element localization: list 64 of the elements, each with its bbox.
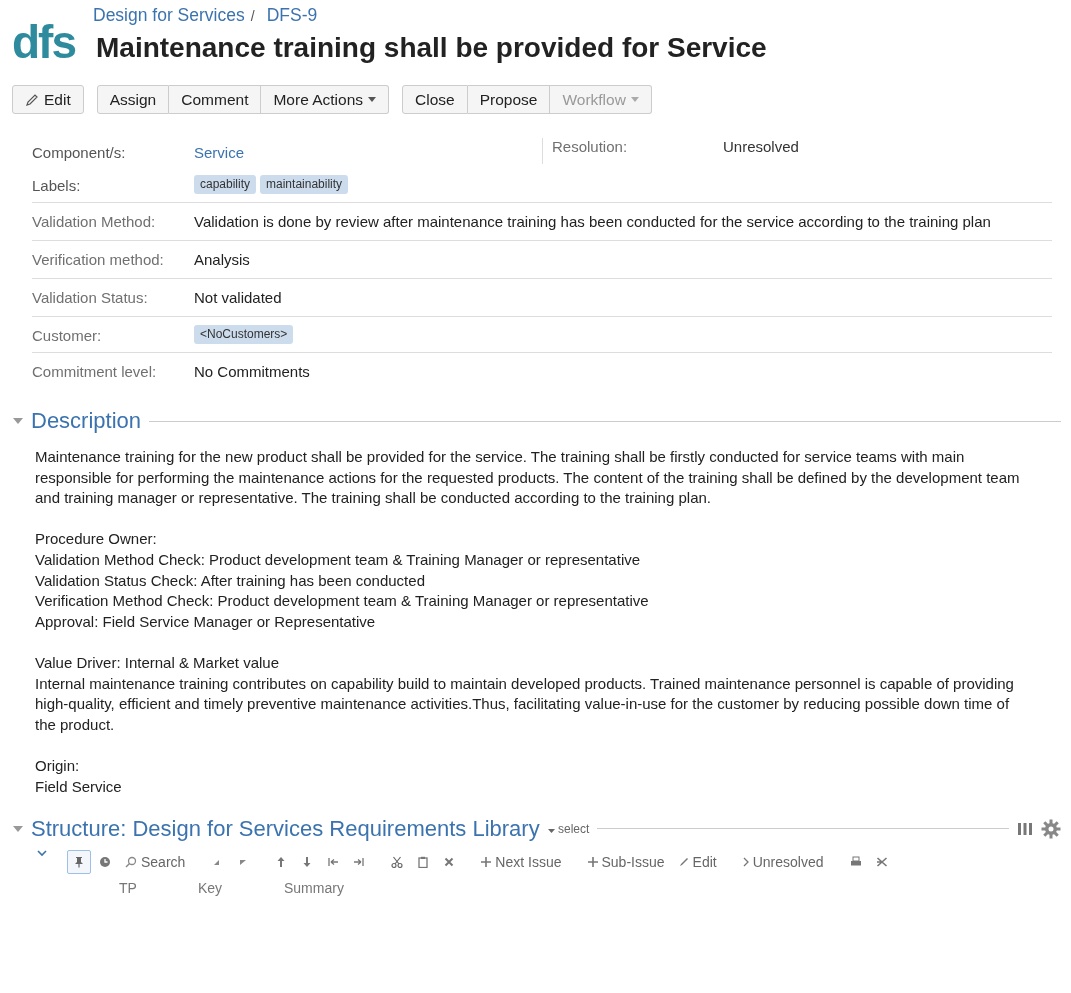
chevron-down-icon[interactable] <box>37 849 47 857</box>
collapse-icon[interactable] <box>13 825 23 832</box>
description-text: Validation Method Check: Product development team & Training Manager or representative <box>35 549 642 570</box>
search-icon <box>125 855 137 868</box>
caret-icon <box>547 828 555 833</box>
field-value: Unresolved <box>723 138 799 157</box>
search-button[interactable]: Search <box>119 849 192 874</box>
breadcrumb-link[interactable]: DFS-9 <box>266 5 318 26</box>
column-header[interactable]: Summary <box>284 879 344 896</box>
edit-button[interactable]: Edit <box>12 85 84 114</box>
action-button[interactable]: Propose <box>467 85 551 114</box>
field-value: No Commitments <box>194 362 310 382</box>
field-label: Labels: <box>32 177 82 194</box>
collapse-icon[interactable] <box>13 418 23 424</box>
description-text: Approval: Field Service Manager or Representative <box>35 611 377 632</box>
chevron-right-icon <box>742 856 749 867</box>
add-button[interactable]: Next Issue <box>475 849 568 874</box>
plus-icon <box>587 856 598 867</box>
breadcrumb-link[interactable]: Design for Services <box>93 5 245 26</box>
plus-icon <box>481 856 492 867</box>
description-text: Field Service <box>35 776 123 797</box>
description-text: Origin: <box>35 755 81 776</box>
description-text: Verification Method Check: Product development team & Training Manager or representative <box>35 591 650 612</box>
filter-button[interactable]: Unresolved <box>736 849 830 874</box>
settings-icon[interactable] <box>1041 818 1061 839</box>
field-label: Resolution: <box>552 138 629 157</box>
field-label: Component/s: <box>32 144 127 161</box>
logo: dfs <box>12 19 75 63</box>
field-value: Validation is done by review after maintenance training has been conducted for the service according to the training plan <box>194 212 991 232</box>
pencil-icon <box>678 856 689 867</box>
pin-icon[interactable] <box>67 849 91 874</box>
section-heading: Description <box>31 408 142 434</box>
column-header[interactable]: Key <box>198 879 284 896</box>
pencil-icon <box>25 92 39 107</box>
field-label: Verification method: <box>32 251 165 268</box>
breadcrumb-separator: / <box>250 8 255 24</box>
column-header[interactable]: TP <box>119 879 198 896</box>
label-tag[interactable]: maintainability <box>260 175 349 194</box>
caret-icon <box>368 97 377 102</box>
edit-button[interactable]: Edit <box>672 849 723 874</box>
menu-button[interactable]: More Actions <box>261 85 390 114</box>
description-text: Internal maintenance training contributes on capability build to maintain developed products. Trained maintenance personnel is capable of providing high-quality, efficient and timely preventive maintenance activities.Thus, facilitating value-in-use for the customer by reducing possible down time of the product. <box>35 673 1015 735</box>
action-button[interactable]: Close <box>402 85 468 114</box>
field-label: Commitment level: <box>32 363 158 380</box>
field-value: Analysis <box>194 250 250 270</box>
description-text: Maintenance training for the new product shall be provided for the service. The training shall be firstly conducted for service teams with main responsible for performing the maintenance actions for the requested products. The content of the training shall be defined by the development team and training manager or representative. The training shall be conducted according to the training plan. <box>35 447 1021 509</box>
label-tag[interactable]: capability <box>194 175 257 194</box>
columns-icon[interactable] <box>1017 821 1033 836</box>
section-heading: Structure: Design for Services Requirements Library <box>31 815 540 842</box>
select-link[interactable]: select <box>547 821 590 836</box>
field-label: Validation Method: <box>32 213 157 230</box>
caret-icon <box>630 97 639 102</box>
issue-title: Maintenance training shall be provided for Service <box>96 32 767 64</box>
field-label: Validation Status: <box>32 289 149 306</box>
description-text: Value Driver: Internal & Market value <box>35 652 280 673</box>
action-button[interactable]: Assign <box>96 85 170 114</box>
field-value: Not validated <box>194 288 282 308</box>
description-text: Validation Status Check: After training has been conducted <box>35 570 426 591</box>
field-link[interactable]: Service <box>194 142 245 163</box>
field-label: Customer: <box>32 327 103 344</box>
label-tag[interactable]: <NoCustomers> <box>194 325 294 344</box>
description-text: Procedure Owner: <box>35 529 158 550</box>
add-button[interactable]: Sub-Issue <box>581 849 671 874</box>
action-button[interactable]: Comment <box>169 85 262 114</box>
